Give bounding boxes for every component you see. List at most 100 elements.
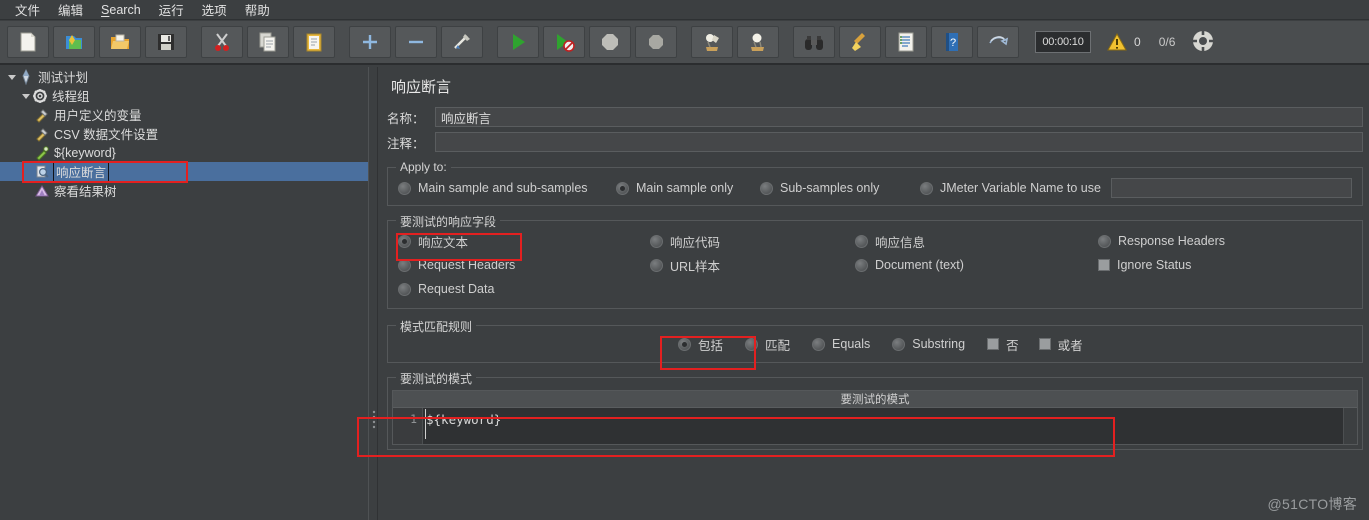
pattern-cell-input[interactable]: ${keyword}: [423, 408, 1343, 444]
table-row[interactable]: 1 ${keyword}: [393, 408, 1357, 444]
new-file-button[interactable]: [7, 26, 49, 58]
checkbox-icon[interactable]: [987, 338, 1000, 350]
radio-icon[interactable]: [920, 181, 933, 195]
radio-url-sample[interactable]: URL样本: [650, 256, 855, 275]
tree-node-http-sampler[interactable]: ${keyword}: [0, 143, 368, 162]
open-button[interactable]: [99, 26, 141, 58]
start-button[interactable]: [497, 26, 539, 58]
radio-response-text[interactable]: 响应文本: [398, 232, 650, 251]
toggle-button[interactable]: [441, 26, 483, 58]
radio-response-code[interactable]: 响应代码: [650, 232, 855, 251]
name-field-row: 名称： 响应断言: [387, 106, 1363, 128]
radio-icon[interactable]: [616, 181, 629, 195]
tree-node-thread-group[interactable]: 线程组: [0, 86, 368, 105]
tree-node-test-plan[interactable]: 测试计划: [0, 67, 368, 86]
radio-icon[interactable]: [892, 337, 906, 351]
patterns-legend: 要测试的模式: [396, 370, 477, 387]
checkbox-icon[interactable]: [1038, 338, 1051, 350]
radio-icon[interactable]: [398, 282, 411, 296]
checkbox-not[interactable]: 否: [987, 335, 1019, 354]
help-button[interactable]: ?: [931, 26, 973, 58]
save-button[interactable]: [145, 26, 187, 58]
splitter-grip-icon[interactable]: [371, 409, 377, 431]
radio-icon[interactable]: [678, 337, 691, 351]
menu-item-run[interactable]: 运行: [150, 0, 193, 21]
chevron-down-icon[interactable]: [6, 71, 18, 83]
menu-item-search[interactable]: Search: [92, 1, 150, 19]
option-label: 响应代码: [670, 235, 721, 250]
radio-icon[interactable]: [398, 234, 411, 248]
radio-jmeter-variable-name[interactable]: JMeter Variable Name to use: [920, 181, 1101, 195]
option-label: 包括: [698, 338, 724, 353]
radio-equals[interactable]: Equals: [812, 337, 870, 351]
menu-item-file[interactable]: 文件: [6, 0, 49, 21]
menu-item-options[interactable]: 选项: [193, 0, 236, 21]
radio-request-data[interactable]: Request Data: [398, 282, 650, 296]
radio-icon[interactable]: [398, 181, 411, 195]
radio-response-headers[interactable]: Response Headers: [1098, 234, 1225, 248]
menu-item-edit[interactable]: 编辑: [49, 0, 92, 21]
radio-request-headers[interactable]: Request Headers: [398, 258, 650, 272]
option-label: Request Data: [418, 282, 495, 296]
checkbox-or[interactable]: 或者: [1038, 335, 1083, 354]
radio-icon[interactable]: [650, 234, 663, 248]
connection-button[interactable]: [1191, 29, 1215, 56]
undo-button[interactable]: [977, 26, 1019, 58]
cut-button[interactable]: [201, 26, 243, 58]
cut-icon: [215, 33, 229, 51]
radio-icon[interactable]: [855, 234, 868, 248]
radio-icon[interactable]: [855, 258, 868, 272]
checkbox-icon[interactable]: [1098, 259, 1110, 271]
stop-button[interactable]: [589, 26, 631, 58]
shutdown-button[interactable]: [635, 26, 677, 58]
radio-contains[interactable]: 包括: [678, 335, 723, 354]
radio-response-message[interactable]: 响应信息: [855, 232, 1098, 251]
tree-node-view-results-tree[interactable]: 察看结果树: [0, 181, 368, 200]
radio-sub-samples-only[interactable]: Sub-samples only: [760, 181, 920, 195]
start-no-timers-button[interactable]: [543, 26, 585, 58]
templates-button[interactable]: [53, 26, 95, 58]
reset-search-button[interactable]: [839, 26, 881, 58]
radio-main-sample-and-sub-samples[interactable]: Main sample and sub-samples: [398, 181, 616, 195]
tree-node-response-assertion[interactable]: 响应断言: [0, 161, 368, 182]
radio-icon[interactable]: [745, 337, 759, 351]
patterns-table-header[interactable]: 要测试的模式: [393, 391, 1357, 408]
jmeter-variable-input[interactable]: [1110, 178, 1352, 198]
menu-item-help[interactable]: 帮助: [236, 0, 279, 21]
radio-icon[interactable]: [812, 337, 826, 351]
clear-all-button[interactable]: [737, 26, 779, 58]
warning-indicator[interactable]: 0: [1107, 32, 1141, 52]
templates-icon: [66, 35, 82, 49]
expand-all-button[interactable]: [349, 26, 391, 58]
expand-all-icon: [363, 35, 377, 49]
view-results-tree-icon: [35, 184, 49, 196]
chevron-down-icon[interactable]: [20, 90, 32, 102]
collapse-all-button[interactable]: [395, 26, 437, 58]
patterns-table[interactable]: 要测试的模式 1 ${keyword}: [392, 390, 1358, 445]
comment-input[interactable]: [435, 132, 1363, 152]
panel-splitter[interactable]: [368, 67, 378, 520]
paste-button[interactable]: [293, 26, 335, 58]
test-plan-tree[interactable]: 测试计划 线程组 用户定义的变量 CSV 数据文件设置 ${keyword} 响…: [0, 67, 368, 520]
radio-substring[interactable]: Substring: [892, 337, 965, 351]
option-label: Main sample only: [636, 181, 734, 195]
copy-button[interactable]: [247, 26, 289, 58]
radio-icon[interactable]: [760, 181, 773, 195]
table-vertical-scrollbar[interactable]: [1343, 408, 1357, 444]
tree-node-csv-dataset[interactable]: CSV 数据文件设置: [0, 124, 368, 143]
radio-main-sample-only[interactable]: Main sample only: [616, 181, 760, 195]
radio-matches[interactable]: 匹配: [745, 335, 790, 354]
clear-button[interactable]: [691, 26, 733, 58]
toggle-icon: [454, 34, 470, 49]
name-input[interactable]: 响应断言: [435, 107, 1363, 127]
function-helper-button[interactable]: [885, 26, 927, 58]
search-button[interactable]: [793, 26, 835, 58]
tree-node-user-variables[interactable]: 用户定义的变量: [0, 105, 368, 124]
radio-icon[interactable]: [1098, 234, 1111, 248]
radio-icon[interactable]: [398, 258, 411, 272]
name-label: 名称：: [387, 111, 425, 126]
radio-document-text[interactable]: Document (text): [855, 258, 1098, 272]
connection-icon: [1192, 29, 1215, 52]
checkbox-ignore-status[interactable]: Ignore Status: [1098, 258, 1191, 272]
radio-icon[interactable]: [650, 258, 663, 272]
